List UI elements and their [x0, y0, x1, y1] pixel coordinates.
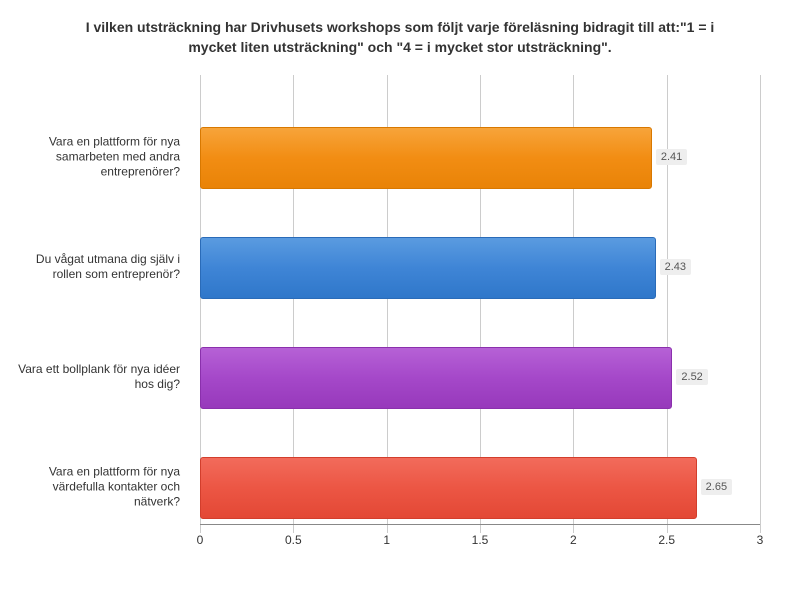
- x-tick-4: 2: [570, 533, 577, 547]
- x-tick-6: 3: [757, 533, 764, 547]
- bar-2: [200, 347, 672, 409]
- grid-line: [760, 75, 761, 533]
- bar-1: [200, 237, 656, 299]
- x-axis: [200, 524, 760, 525]
- bar-value-2: 2.52: [676, 369, 707, 385]
- x-tick-3: 1.5: [472, 533, 489, 547]
- x-axis-labels: 0 0.5 1 1.5 2 2.5 3: [200, 533, 760, 553]
- y-label-1: Du vågat utmana dig själv i rollen som e…: [10, 252, 180, 282]
- x-tick-0: 0: [197, 533, 204, 547]
- y-label-2: Vara ett bollplank för nya idéer hos dig…: [10, 362, 180, 392]
- bar-value-0: 2.41: [656, 149, 687, 165]
- x-tick-5: 2.5: [658, 533, 675, 547]
- chart-container: I vilken utsträckning har Drivhusets wor…: [0, 0, 800, 600]
- plot-area: 2.41 2.43 2.52 2.65: [200, 85, 760, 525]
- x-tick-1: 0.5: [285, 533, 302, 547]
- chart-title: I vilken utsträckning har Drivhusets wor…: [0, 0, 800, 67]
- bar-3: [200, 457, 697, 519]
- bar-0: [200, 127, 652, 189]
- bar-value-1: 2.43: [660, 259, 691, 275]
- y-label-0: Vara en plattform för nya samarbeten med…: [10, 135, 180, 180]
- y-label-3: Vara en plattform för nya värdefulla kon…: [10, 465, 180, 510]
- x-tick-2: 1: [383, 533, 390, 547]
- bar-value-3: 2.65: [701, 479, 732, 495]
- y-axis-labels: Vara en plattform för nya samarbeten med…: [0, 85, 190, 525]
